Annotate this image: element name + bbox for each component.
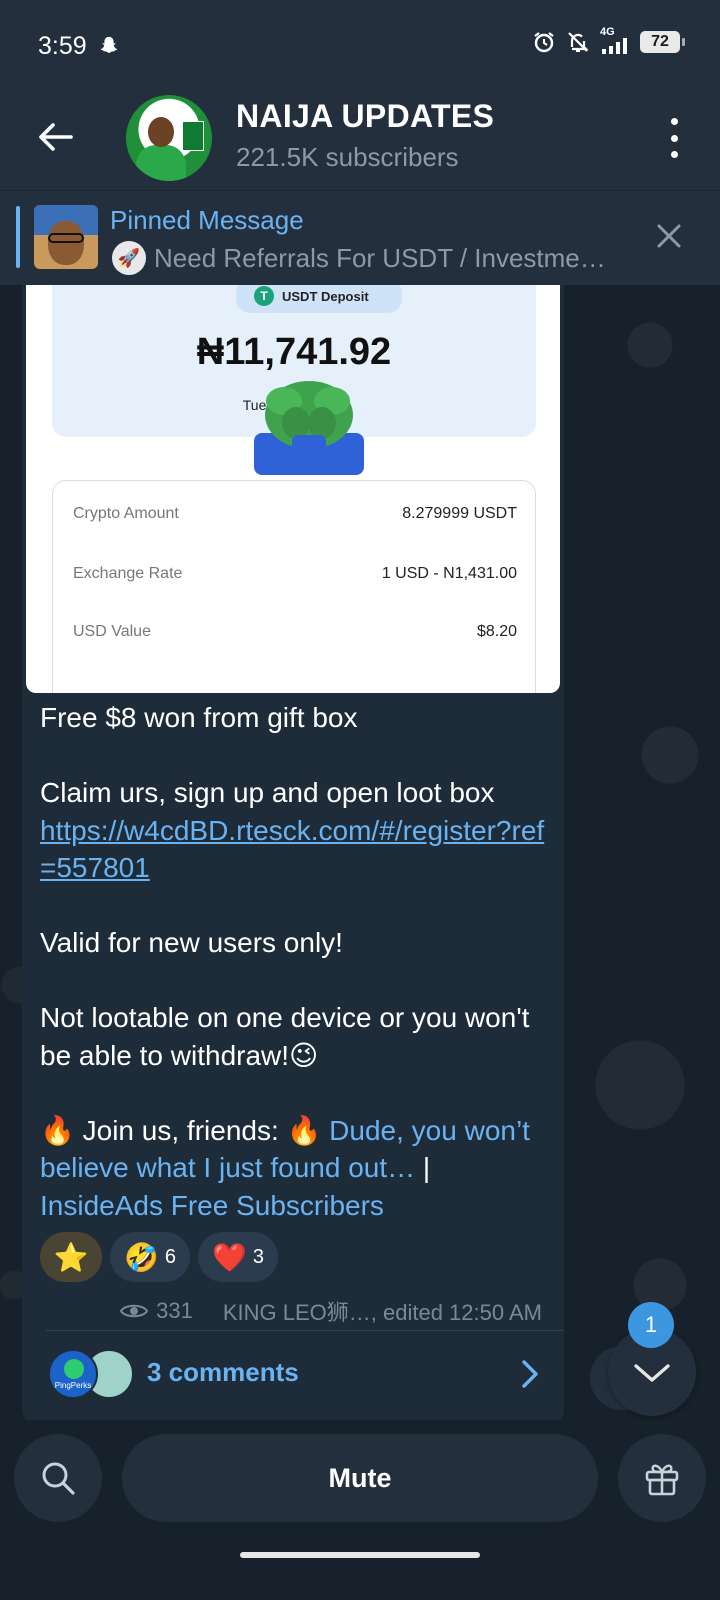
details-card: Crypto Amount 8.279999 USDT Exchange Rat… [52,480,536,693]
gift-icon [645,1464,679,1496]
heart-icon: ❤️ [212,1241,247,1273]
channel-title[interactable]: NAIJA UPDATES [236,98,494,135]
tether-icon: T [254,286,274,306]
rofl-icon: 🤣 [124,1241,159,1273]
back-button[interactable] [30,112,80,162]
more-dot [670,151,678,158]
chevron-right-icon [522,1360,538,1388]
channel-avatar[interactable] [126,95,212,181]
status-bar: 3:59 4G 72 [0,0,720,90]
message-line: Not lootable on one device or you won't … [40,1002,530,1071]
battery-icon: 72 [640,31,685,53]
pinned-indicator [16,206,20,268]
thumb-glasses [48,233,84,243]
status-icons: 4G 72 [532,26,685,54]
commenter-avatars: PingPerks [48,1349,138,1399]
detail-row: Crypto Amount 8.279999 USDT [73,505,517,523]
insideads-link[interactable]: InsideAds Free Subscribers [40,1190,384,1221]
message-line: Valid for new users only! [40,927,343,958]
status-time: 3:59 [38,32,87,60]
comments-label: 3 comments [147,1357,299,1387]
usdt-deposit-pill: T USDT Deposit [236,285,402,313]
arrow-left-icon [39,123,73,151]
search-button[interactable] [14,1434,102,1522]
avatar-badge [182,121,204,151]
detail-key: USD Value [73,623,151,640]
star-icon: ⭐ [53,1241,89,1273]
unread-badge: 1 [628,1302,674,1348]
pinned-thumbnail [34,205,98,269]
more-dot [670,134,678,142]
reaction-heart[interactable]: ❤️ 3 [198,1232,278,1282]
mute-button[interactable]: Mute [122,1434,598,1522]
home-indicator[interactable] [240,1552,480,1558]
view-count: 331 [156,1298,193,1323]
pinned-preview: 🚀 Need Referrals For USDT / Investme… [112,241,606,275]
chat-header: NAIJA UPDATES 221.5K subscribers [0,90,720,190]
signal-icon: 4G [600,26,630,54]
reactions-row: ⭐ 🤣 6 ❤️ 3 [40,1232,278,1282]
register-link[interactable]: https://w4cdBD.rtesck.com/#/register?ref… [40,815,544,884]
message-meta: 331 KING LEO狮…, edited 12:50 AM [120,1295,542,1327]
alarm-icon [534,32,554,53]
reaction-count: 6 [164,1245,176,1268]
commenter-avatar: PingPerks [48,1349,98,1399]
pinned-preview-text: Need Referrals For USDT / Investme… [154,242,606,273]
detail-key: Exchange Rate [73,565,183,582]
avatar-figure [136,145,186,181]
close-icon[interactable] [654,221,684,251]
detail-key: Crypto Amount [73,505,179,522]
reaction-star[interactable]: ⭐ [40,1232,102,1282]
thumb-face [48,221,84,265]
author-edited: KING LEO狮…, edited 12:50 AM [222,1300,542,1325]
network-type: 4G [600,26,615,38]
detail-value: 8.279999 USDT [402,505,517,522]
eye-icon [120,1304,149,1318]
detail-value: 1 USD - N1,431.00 [381,565,517,582]
detail-row: USD Value $8.20 [73,623,517,641]
reaction-laugh[interactable]: 🤣 6 [110,1232,190,1282]
pinned-label: Pinned Message [110,205,304,235]
join-line: 🔥 Join us, friends: 🔥 Dude, you won’t be… [40,1112,560,1225]
subscriber-count: 221.5K subscribers [236,142,459,172]
join-prefix: 🔥 Join us, friends: 🔥 [40,1114,330,1146]
more-options-button[interactable] [664,118,684,158]
message-line: Free $8 won from gift box [40,702,358,733]
link-separator: | [415,1152,431,1183]
more-dot [670,118,678,125]
snapchat-icon [100,36,118,53]
message-text: Free $8 won from gift box Claim urs, sig… [40,699,560,1224]
rocket-icon: 🚀 [112,241,146,275]
detail-row: Exchange Rate 1 USD - N1,431.00 [73,565,517,583]
message-bubble[interactable]: T USDT Deposit ₦11,741.92 Tuesday, :11 A… [22,285,564,1425]
search-icon [42,1462,75,1495]
check-icon [64,1359,84,1379]
reaction-count: 3 [252,1245,264,1268]
message-line: Claim urs, sign up and open loot box [40,777,495,808]
message-image[interactable]: T USDT Deposit ₦11,741.92 Tuesday, :11 A… [26,285,560,693]
deposit-amount: ₦11,741.92 [196,331,392,373]
pinned-message-bar[interactable]: Pinned Message 🚀 Need Referrals For USDT… [0,190,720,285]
avatar-face [148,117,174,147]
detail-value: $8.20 [476,623,517,640]
usdt-deposit-label: USDT Deposit [282,288,369,304]
pepe-sticker-icon [254,381,364,475]
bottom-bar: Mute [0,1420,720,1600]
notifications-off-icon [568,32,589,52]
gift-button[interactable] [618,1434,706,1522]
comments-button[interactable]: PingPerks 3 comments [22,1331,564,1421]
commenter-avatar-label: PingPerks [54,1381,92,1390]
